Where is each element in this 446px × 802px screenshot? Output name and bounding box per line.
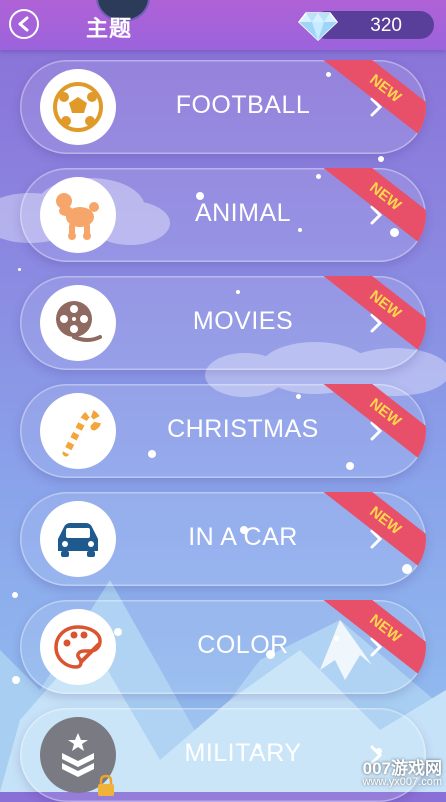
snowflake bbox=[376, 748, 382, 754]
category-label: MILITARY bbox=[184, 739, 302, 767]
snowflake bbox=[296, 394, 301, 399]
icon-badge bbox=[40, 285, 116, 361]
snowflake bbox=[316, 174, 321, 179]
diamond-balance[interactable]: 320 bbox=[298, 11, 434, 41]
back-button[interactable] bbox=[9, 9, 39, 39]
palette-icon bbox=[54, 625, 102, 669]
snowflake bbox=[378, 156, 384, 162]
category-item-color[interactable]: COLOR NEW bbox=[20, 600, 426, 694]
snowflake bbox=[196, 192, 204, 200]
diamond-count: 320 bbox=[370, 15, 402, 36]
category-item-animal[interactable]: ANIMAL NEW bbox=[20, 168, 426, 262]
lock-icon bbox=[98, 774, 114, 796]
category-item-football[interactable]: FOOTBALL NEW bbox=[20, 60, 426, 154]
watermark-url: www.yx007.com bbox=[362, 776, 442, 788]
snowflake bbox=[148, 450, 156, 458]
snowflake bbox=[12, 592, 18, 598]
snowflake bbox=[266, 650, 275, 659]
snowflake bbox=[240, 526, 248, 534]
category-label: ANIMAL bbox=[194, 199, 292, 227]
snowflake bbox=[256, 744, 261, 749]
snowflake bbox=[298, 228, 302, 232]
category-item-movies[interactable]: MOVIES NEW bbox=[20, 276, 426, 370]
category-label: COLOR bbox=[197, 631, 289, 659]
candy-cane-icon bbox=[62, 410, 102, 457]
football-icon bbox=[53, 82, 103, 132]
snowflake bbox=[334, 636, 339, 641]
car-icon bbox=[58, 523, 98, 557]
category-label: MOVIES bbox=[192, 307, 294, 335]
snowflake bbox=[346, 462, 354, 470]
snowflake bbox=[236, 290, 240, 294]
icon-badge bbox=[40, 501, 116, 577]
page-title: 主题 bbox=[86, 16, 133, 41]
snowflake bbox=[18, 268, 21, 271]
snowflake bbox=[390, 228, 399, 237]
site-watermark: 007游戏网 www.yx007.com bbox=[363, 760, 442, 788]
snowflake bbox=[12, 676, 20, 684]
snowflake bbox=[326, 72, 331, 77]
snowflake bbox=[114, 628, 122, 636]
category-label: FOOTBALL bbox=[175, 91, 311, 119]
category-list: FOOTBALL NEW ANIMAL NEW MOVIES NEW CHRIS… bbox=[0, 0, 446, 802]
diamond-icon bbox=[298, 12, 338, 41]
snowflake bbox=[402, 564, 412, 574]
icon-badge bbox=[40, 177, 116, 253]
icon-badge bbox=[40, 69, 116, 145]
category-label: CHRISTMAS bbox=[167, 415, 319, 443]
poodle-icon bbox=[56, 193, 99, 240]
category-item-christmas[interactable]: CHRISTMAS NEW bbox=[20, 384, 426, 478]
top-bar: 主题 320 bbox=[0, 0, 446, 50]
back-arrow-icon bbox=[18, 16, 29, 32]
icon-badge bbox=[40, 393, 116, 469]
icon-badge bbox=[40, 609, 116, 685]
category-item-in-a-car[interactable]: IN A CAR NEW bbox=[20, 492, 426, 586]
film-reel-icon bbox=[56, 301, 102, 342]
